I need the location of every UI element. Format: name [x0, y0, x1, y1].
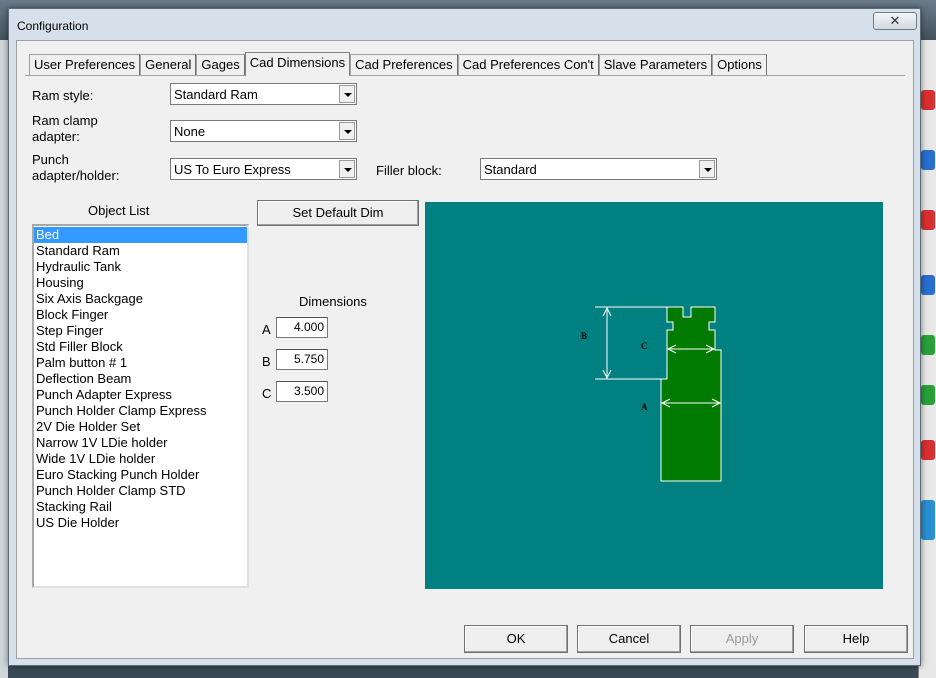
list-item[interactable]: Six Axis Backgage: [34, 291, 247, 307]
ram-style-value: Standard Ram: [174, 87, 258, 102]
list-item[interactable]: Bed: [34, 227, 247, 243]
dimension-a-label: A: [262, 322, 271, 337]
list-item[interactable]: Stacking Rail: [34, 499, 247, 515]
ram-style-select[interactable]: Standard Ram: [170, 83, 357, 105]
ram-clamp-label-line2: adapter:: [32, 129, 80, 144]
tab-cad-preferences-cont[interactable]: Cad Preferences Con't: [457, 54, 599, 75]
help-button[interactable]: Help: [804, 625, 908, 653]
object-list-title: Object List: [88, 203, 150, 218]
ram-style-label: Ram style:: [32, 88, 94, 103]
list-item[interactable]: Wide 1V LDie holder: [34, 451, 247, 467]
cad-preview-canvas: B C A: [425, 202, 883, 589]
background-left-edge: [0, 40, 8, 678]
list-item[interactable]: Punch Adapter Express: [34, 387, 247, 403]
dimension-c-text: C: [641, 341, 648, 351]
filler-block-label: Filler block:: [376, 163, 442, 178]
list-item[interactable]: Euro Stacking Punch Holder: [34, 467, 247, 483]
dimension-c-label: C: [262, 386, 272, 401]
filler-block-value: Standard: [484, 162, 537, 177]
title-bar[interactable]: Configuration ✕: [9, 9, 920, 41]
apply-button[interactable]: Apply: [690, 625, 794, 653]
list-item[interactable]: US Die Holder: [34, 515, 247, 531]
bed-shape: [660, 306, 722, 482]
ram-clamp-select[interactable]: None: [170, 120, 357, 142]
set-default-dim-button[interactable]: Set Default Dim: [257, 200, 419, 226]
list-item[interactable]: Housing: [34, 275, 247, 291]
tab-user-preferences[interactable]: User Preferences: [29, 54, 141, 75]
punch-adapter-select[interactable]: US To Euro Express: [170, 158, 357, 180]
tab-cad-preferences[interactable]: Cad Preferences: [350, 54, 458, 75]
list-item[interactable]: Hydraulic Tank: [34, 259, 247, 275]
filler-block-select[interactable]: Standard: [480, 158, 717, 180]
background-tool-icon: [921, 275, 935, 295]
chevron-down-icon[interactable]: [339, 160, 355, 178]
tab-strip: User Preferences General Gages Cad Dimen…: [29, 52, 767, 76]
window-title: Configuration: [17, 19, 89, 33]
tab-general[interactable]: General: [140, 54, 197, 75]
ram-clamp-value: None: [174, 124, 206, 139]
chevron-down-icon[interactable]: [339, 122, 355, 140]
punch-adapter-label-line1: Punch: [32, 152, 69, 167]
ram-clamp-label-line1: Ram clamp: [32, 113, 98, 128]
dimensions-title: Dimensions: [299, 294, 367, 309]
cancel-button[interactable]: Cancel: [577, 625, 681, 653]
list-item[interactable]: Step Finger: [34, 323, 247, 339]
list-item[interactable]: Punch Holder Clamp STD: [34, 483, 247, 499]
list-item[interactable]: 2V Die Holder Set: [34, 419, 247, 435]
object-list[interactable]: Bed Standard Ram Hydraulic Tank Housing …: [32, 224, 249, 588]
close-icon: ✕: [889, 13, 901, 28]
list-item[interactable]: Std Filler Block: [34, 339, 247, 355]
punch-adapter-value: US To Euro Express: [174, 162, 291, 177]
background-tool-icon: [921, 90, 935, 110]
background-tool-icon: [921, 150, 935, 170]
dimension-a-text: A: [641, 402, 648, 412]
background-tool-icon: [921, 335, 935, 355]
close-button[interactable]: ✕: [873, 12, 917, 30]
chevron-down-icon[interactable]: [699, 160, 715, 178]
background-tool-icon: [921, 385, 935, 405]
tab-slave-parameters[interactable]: Slave Parameters: [598, 54, 713, 75]
tab-cad-dimensions[interactable]: Cad Dimensions: [244, 52, 351, 76]
dimension-b-text: B: [581, 331, 587, 341]
chevron-down-icon[interactable]: [339, 85, 355, 103]
list-item[interactable]: Deflection Beam: [34, 371, 247, 387]
tab-options[interactable]: Options: [712, 54, 767, 75]
tab-gages[interactable]: Gages: [196, 54, 245, 75]
list-item[interactable]: Block Finger: [34, 307, 247, 323]
dimension-c-input[interactable]: 3.500: [276, 381, 328, 402]
list-item[interactable]: Narrow 1V LDie holder: [34, 435, 247, 451]
dimension-b-input[interactable]: 5.750: [276, 349, 328, 370]
bed-drawing: B C A: [581, 306, 722, 482]
list-item[interactable]: Palm button # 1: [34, 355, 247, 371]
background-tool-icon: [921, 210, 935, 230]
ok-button[interactable]: OK: [464, 625, 568, 653]
dimension-b-label: B: [262, 354, 271, 369]
list-item[interactable]: Standard Ram: [34, 243, 247, 259]
background-tool-icon: [921, 440, 935, 460]
dimension-a-input[interactable]: 4.000: [276, 317, 328, 338]
list-item[interactable]: Punch Holder Clamp Express: [34, 403, 247, 419]
punch-adapter-label-line2: adapter/holder:: [32, 168, 120, 183]
background-tool-icon: [921, 500, 935, 540]
